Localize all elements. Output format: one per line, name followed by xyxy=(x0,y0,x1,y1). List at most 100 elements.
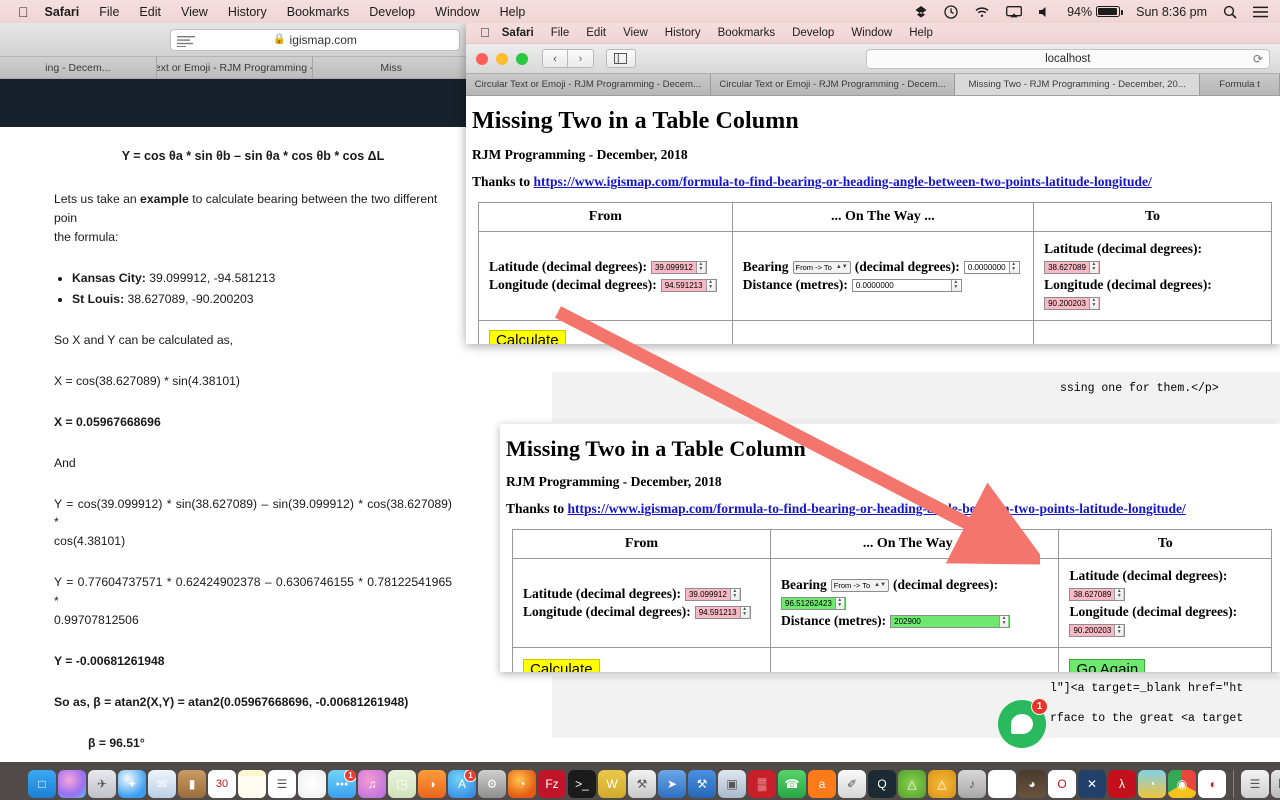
menu-item-develop[interactable]: Develop xyxy=(369,5,415,19)
menu-item-bookmarks[interactable]: Bookmarks xyxy=(287,5,350,19)
dock-item-wordpress[interactable]: W xyxy=(598,770,626,798)
time-machine-icon[interactable] xyxy=(944,4,958,19)
dock-item-siri[interactable] xyxy=(58,770,86,798)
background-address-bar[interactable]: 🔒 igismap.com xyxy=(170,28,460,51)
to-latitude-input[interactable]: 38.627089 ▲ ▼ xyxy=(1069,587,1126,601)
menu-item-view[interactable]: View xyxy=(623,27,648,39)
stepper-icon[interactable]: ▲ ▼ xyxy=(1114,624,1124,636)
reload-icon[interactable]: ⟳ xyxy=(1253,52,1263,66)
to-latitude-input[interactable]: 38.627089 ▲ ▼ xyxy=(1044,260,1100,274)
dock-item-utility[interactable]: ⚒ xyxy=(628,770,656,798)
front-tab-strip[interactable]: Circular Text or Emoji - RJM Programming… xyxy=(466,74,1280,96)
menu-item-file[interactable]: File xyxy=(551,27,570,39)
dock-item-quicktime[interactable]: Q xyxy=(868,770,896,798)
sidebar-toggle-button[interactable] xyxy=(606,49,636,68)
second-browser-window[interactable]: Missing Two in a Table Column RJM Progra… xyxy=(500,424,1280,672)
to-longitude-input[interactable]: 90.200203 ▲ ▼ xyxy=(1044,296,1100,310)
stepper-icon[interactable]: ▲ ▼ xyxy=(834,597,844,609)
maximize-button[interactable] xyxy=(516,52,528,65)
stepper-icon[interactable]: ▲ ▼ xyxy=(1088,297,1098,309)
menu-item-edit[interactable]: Edit xyxy=(586,27,606,39)
background-tab-strip[interactable]: ing - Decem... Circular Text or Emoji - … xyxy=(0,57,470,79)
dock-item-calendar[interactable]: 30 xyxy=(208,770,236,798)
menu-item-window[interactable]: Window xyxy=(851,27,892,39)
background-tab-0[interactable]: ing - Decem... xyxy=(0,57,157,78)
dock-item-android-studio[interactable]: △ xyxy=(898,770,926,798)
front-tab-0[interactable]: Circular Text or Emoji - RJM Programming… xyxy=(466,74,711,95)
menu-item-help[interactable]: Help xyxy=(909,27,933,39)
dock-item-notes[interactable] xyxy=(238,770,266,798)
background-tab-1[interactable]: Circular Text or Emoji - RJM Programming… xyxy=(157,57,314,78)
dock-item-filezilla[interactable]: Fz xyxy=(538,770,566,798)
menu-item-safari[interactable]: Safari xyxy=(502,27,534,39)
dock-item-chrome[interactable]: ◉ xyxy=(1168,770,1196,798)
minimize-button[interactable] xyxy=(496,52,508,65)
menu-item-bookmarks[interactable]: Bookmarks xyxy=(718,27,776,39)
stepper-icon[interactable]: ▲ ▼ xyxy=(705,279,715,291)
menu-item-window[interactable]: Window xyxy=(435,5,479,19)
dock-item-photos[interactable]: ✿ xyxy=(298,770,326,798)
menu-item-history[interactable]: History xyxy=(665,27,701,39)
stepper-icon[interactable]: ▲ ▼ xyxy=(695,261,705,273)
apple-menu-icon[interactable]:  xyxy=(18,5,29,19)
menu-item-file[interactable]: File xyxy=(99,5,119,19)
dock-item-sketch-tool[interactable]: ◖ xyxy=(1198,770,1226,798)
bearing-value-input[interactable]: 96.51262423 ▲ ▼ xyxy=(781,596,846,610)
dock[interactable]: □ ✈ ✦ ✉ ▮ 30 ☰ ✿ ●●● 1 ♫ ◳ ◑ A 1 ⚙ ◔ Fz >_ W ⚒ ➤ ⚒ ▣ ▒ ☎ a ✐ Q △ △ ♪ ◕ O ✕… xyxy=(0,762,1280,800)
stepper-icon[interactable]: ▲ ▼ xyxy=(739,606,749,618)
dock-item-books[interactable]: ◑ xyxy=(418,770,446,798)
volume-icon[interactable] xyxy=(1038,6,1051,18)
reader-view-icon[interactable] xyxy=(177,35,195,47)
dock-item-audio-tool[interactable]: ♪ xyxy=(958,770,986,798)
dock-item-safari[interactable]: ✦ xyxy=(118,770,146,798)
battery-indicator[interactable]: 94% xyxy=(1067,5,1124,19)
menu-item-edit[interactable]: Edit xyxy=(139,5,161,19)
back-button[interactable]: ‹ xyxy=(542,49,568,68)
dock-item-reminders[interactable]: ☰ xyxy=(268,770,296,798)
dock-item-qr-tool[interactable]: ▒ xyxy=(748,770,776,798)
from-longitude-input[interactable]: 94.591213 ▲ ▼ xyxy=(694,605,751,619)
dock-item-inkscape[interactable]: ✐ xyxy=(838,770,866,798)
dock-item-gimp[interactable]: ◕ xyxy=(1018,770,1046,798)
dock-item-vs-code[interactable]: ✕ xyxy=(1078,770,1106,798)
from-longitude-input[interactable]: 94.591213 ▲ ▼ xyxy=(660,278,717,292)
navigation-buttons[interactable]: ‹ › xyxy=(542,49,594,68)
from-latitude-input[interactable]: 39.099912 ▲ ▼ xyxy=(650,260,707,274)
background-safari-window[interactable]: 🔒 igismap.com ing - Decem... Circular Te… xyxy=(0,23,470,763)
distance-input[interactable]: 202900 ▲ ▼ xyxy=(890,614,1011,628)
menu-item-help[interactable]: Help xyxy=(500,5,526,19)
menu-item-safari[interactable]: Safari xyxy=(45,5,80,19)
dock-item-itunes[interactable]: ♫ xyxy=(358,770,386,798)
airplay-icon[interactable] xyxy=(1006,5,1023,18)
clock[interactable]: Sun 8:36 pm xyxy=(1136,5,1207,19)
thanks-link[interactable]: https://www.igismap.com/formula-to-find-… xyxy=(534,174,1152,189)
stepper-icon[interactable]: ▲ ▼ xyxy=(1008,261,1018,273)
wifi-icon[interactable] xyxy=(974,6,990,18)
dock-item-downloads-folder[interactable]: ☰ xyxy=(1241,770,1269,798)
go-again-button[interactable]: Go Again xyxy=(1069,659,1146,672)
dock-item-launchpad[interactable]: ✈ xyxy=(88,770,116,798)
window-controls[interactable] xyxy=(476,52,528,65)
thanks-link[interactable]: https://www.igismap.com/formula-to-find-… xyxy=(568,501,1186,516)
dock-item-textedit[interactable] xyxy=(988,770,1016,798)
front-safari-window[interactable]:  Safari File Edit View History Bookmark… xyxy=(466,22,1280,344)
stepper-icon[interactable]: ▲ ▼ xyxy=(1114,588,1124,600)
dock-item-android-studio-preview[interactable]: △ xyxy=(928,770,956,798)
dropbox-icon[interactable] xyxy=(914,5,928,19)
to-longitude-input[interactable]: 90.200203 ▲ ▼ xyxy=(1069,623,1126,637)
dock-item-system-preferences[interactable]: ⚙ xyxy=(478,770,506,798)
dock-item-mail[interactable]: ✉ xyxy=(148,770,176,798)
from-latitude-input[interactable]: 39.099912 ▲ ▼ xyxy=(684,587,741,601)
front-address-bar[interactable]: localhost ⟳ xyxy=(865,48,1270,69)
chat-widget[interactable]: 1 xyxy=(998,698,1048,748)
bearing-direction-select[interactable]: From -> To ▲▼ xyxy=(792,260,851,274)
distance-input[interactable]: 0.0000000 ▲ ▼ xyxy=(851,278,962,292)
stepper-icon[interactable]: ▲ ▼ xyxy=(950,279,960,291)
dock-item-app-store[interactable]: A1 xyxy=(448,770,476,798)
menu-item-view[interactable]: View xyxy=(181,5,208,19)
dock-item-geoda[interactable]: ◔ xyxy=(1138,770,1166,798)
close-button[interactable] xyxy=(476,52,488,65)
bearing-value-input[interactable]: 0.0000000 ▲ ▼ xyxy=(963,260,1020,274)
bearing-direction-select[interactable]: From -> To ▲▼ xyxy=(830,578,890,592)
stepper-icon[interactable]: ▲ ▼ xyxy=(1088,261,1098,273)
